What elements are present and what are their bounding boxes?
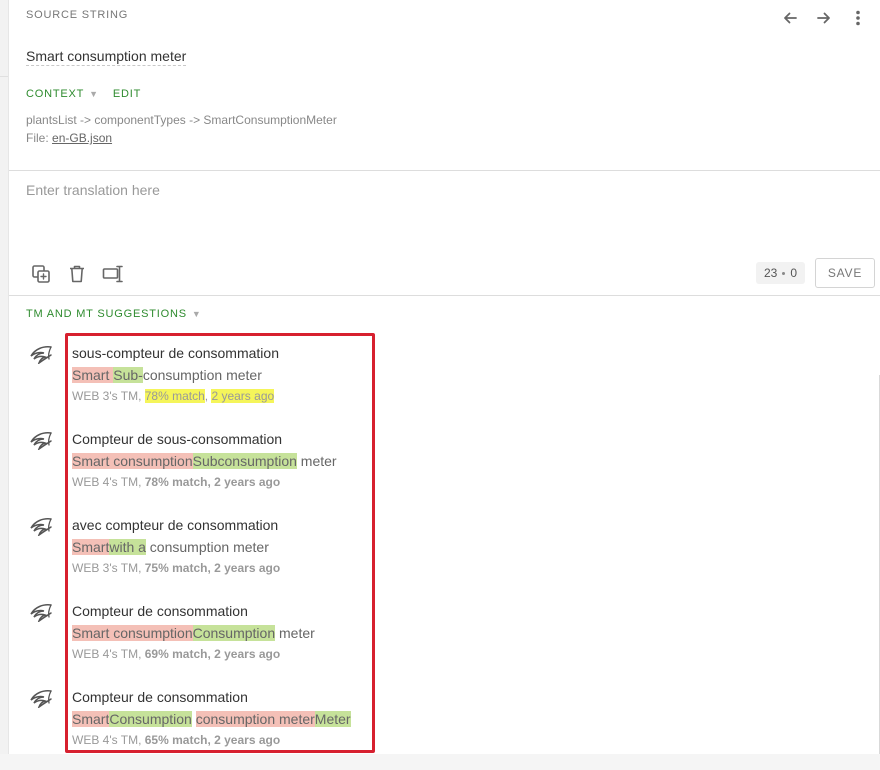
diff-inserted: Meter [314,711,351,727]
suggestion-target-text[interactable]: avec compteur de consommation [72,517,278,533]
translation-input[interactable] [26,182,866,242]
string-navigation [777,6,871,30]
diff-deleted: Smart [72,367,114,383]
diff-inserted: Subconsumption [192,453,297,469]
counter-separator [782,271,786,275]
meta-text: 78% match, 2 years ago [144,475,281,489]
diff-unchanged: consumption meter [142,367,262,383]
meta-text: 65% match, 2 years ago [144,733,281,747]
suggestion-target-text[interactable]: Compteur de sous-consommation [72,431,282,447]
left-panel-edge [0,0,8,754]
file-label: File: [26,131,49,145]
suggestion-item[interactable]: Compteur de consommation Smart consumptio… [9,598,869,684]
counter-source-length: 23 [764,266,778,280]
text-cursor-icon[interactable] [101,262,125,286]
suggestion-item[interactable]: sous-compteur de consommation Smart Sub-c… [9,340,869,426]
caret-down-icon: ▼ [191,309,202,319]
tm-source-logo-icon [29,688,53,710]
suggestion-diff: Smart consumptionConsumption meter [72,625,315,641]
arrow-left-icon[interactable] [777,6,803,30]
counter-translation-length: 0 [790,266,798,280]
suggestion-item[interactable]: avec compteur de consommation Smartwith a… [9,512,869,598]
suggestion-diff: Smartwith a consumption meter [72,539,269,555]
tm-source-logo-icon [29,602,53,624]
meta-text: 75% match, 2 years ago [144,561,281,575]
context-toggle[interactable]: CONTEXT ▼ [26,88,99,100]
diff-deleted: consumption meter [195,711,315,727]
tm-source-logo-icon [29,430,53,452]
source-string-value: Smart consumption meter [26,48,187,66]
tm-suggestions-header: TM AND MT SUGGESTIONS [26,308,187,320]
diff-deleted: Smart consumption [72,453,193,469]
diff-deleted: Smart [72,539,110,555]
context-path: plantsList -> componentTypes -> SmartCon… [26,113,337,127]
divider [9,295,880,296]
meta-text: WEB 3's TM, [72,389,145,403]
tm-source-logo-icon [29,516,53,538]
meta-text: WEB 4's TM, [72,647,145,661]
suggestion-list: sous-compteur de consommation Smart Sub-c… [9,340,869,770]
meta-text: 69% match, 2 years ago [144,647,281,661]
copy-source-icon[interactable] [29,262,53,286]
meta-text: WEB 4's TM, [72,733,145,747]
meta-text: WEB 3's TM, [72,561,145,575]
editor-panel: SOURCE STRING Smart consumption meter CO… [8,0,880,754]
suggestion-target-text[interactable]: Compteur de consommation [72,689,248,705]
divider [9,170,880,171]
meta-text: WEB 4's TM, [72,475,145,489]
file-link[interactable]: en-GB.json [52,131,112,145]
edge-divider [0,76,8,77]
context-row: CONTEXT ▼ EDIT [26,88,141,100]
suggestion-meta: WEB 4's TM, 65% match, 2 years ago [72,733,280,747]
diff-unchanged: meter [275,625,315,641]
tm-suggestions-toggle[interactable]: TM AND MT SUGGESTIONS ▼ [26,308,202,320]
suggestion-target-text[interactable]: Compteur de consommation [72,603,248,619]
diff-inserted: Consumption [109,711,192,727]
diff-inserted: with a [109,539,146,555]
diff-deleted: Smart [72,711,110,727]
diff-deleted: Smart consumption [72,625,193,641]
suggestion-diff: Smart consumptionSubconsumption meter [72,453,337,469]
save-button[interactable]: SAVE [815,258,875,288]
edit-context-button[interactable]: EDIT [113,88,141,100]
diff-unchanged: consumption meter [145,539,269,555]
suggestion-item[interactable]: Compteur de sous-consommation Smart consu… [9,426,869,512]
diff-inserted: Sub- [113,367,143,383]
arrow-right-icon[interactable] [811,6,837,30]
suggestion-target-text[interactable]: sous-compteur de consommation [72,345,279,361]
file-line: File: en-GB.json [26,131,112,145]
suggestion-item[interactable]: Compteur de consommation SmartConsumption… [9,684,869,770]
diff-inserted: Consumption [192,625,276,641]
trash-icon[interactable] [65,262,89,286]
suggestion-diff: Smart Sub-consumption meter [72,367,262,383]
diff-unchanged: meter [296,453,337,469]
suggestion-meta: WEB 4's TM, 78% match, 2 years ago [72,475,280,489]
context-label: CONTEXT [26,88,85,100]
suggestion-meta: WEB 3's TM, 78% match, 2 years ago [72,389,275,403]
source-string-header: SOURCE STRING [26,9,129,21]
meta-highlighted: 2 years ago [211,389,275,403]
tm-source-logo-icon [29,344,53,366]
source-string-text: Smart consumption meter [26,48,187,66]
meta-highlighted: 78% match [144,389,205,403]
character-counter: 23 0 [756,262,806,284]
more-vertical-icon[interactable] [845,6,871,30]
editor-toolbar [29,262,125,286]
caret-down-icon: ▼ [89,89,99,99]
suggestion-meta: WEB 4's TM, 69% match, 2 years ago [72,647,280,661]
suggestion-diff: SmartConsumption consumption meterMeter [72,711,351,727]
suggestion-meta: WEB 3's TM, 75% match, 2 years ago [72,561,280,575]
